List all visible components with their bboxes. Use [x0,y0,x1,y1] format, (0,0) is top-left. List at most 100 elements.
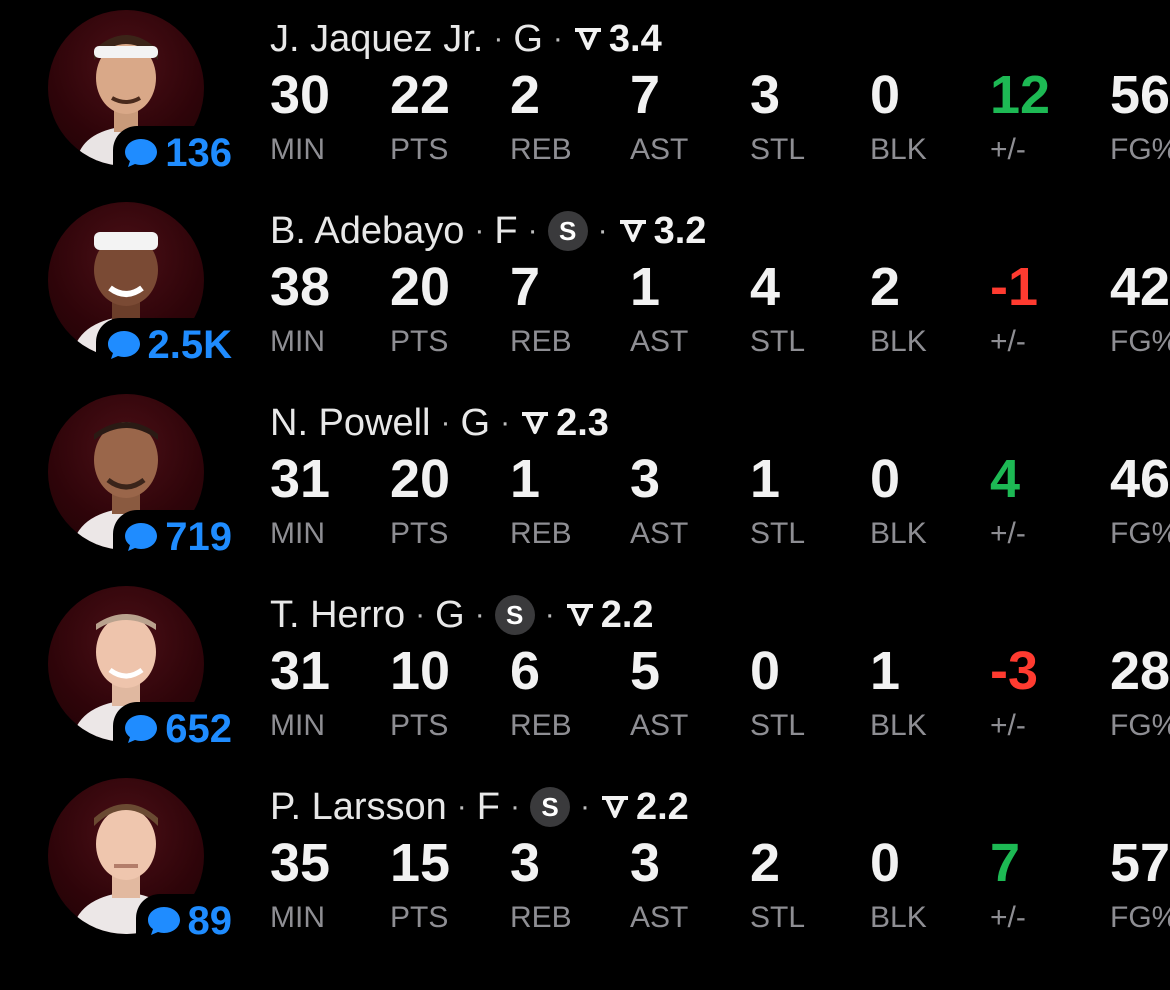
stat-pts: 20 PTS [390,448,450,554]
player-rating: 3.2 [618,210,706,253]
stat-plus-minus: 7 +/- [990,832,1026,938]
comment-count: 89 [187,898,233,943]
comment-count: 719 [165,514,232,559]
stat-fg: 46 FG% [1110,448,1170,554]
player-avatar-group[interactable]: 2.5K [48,202,238,372]
separator-dot: · [415,598,426,631]
comment-count-button[interactable]: 136 [113,126,238,180]
stat-min: 35 MIN [270,832,330,938]
stat-blk: 0 BLK [870,64,927,170]
player-row[interactable]: 89 P. Larsson · F · S · 2.2 35 MIN 15 PTS … [0,768,1170,960]
stat-label: AST [630,709,689,742]
starter-badge: S [547,211,588,251]
player-header: J. Jaquez Jr. · G · 3.4 [270,14,1170,64]
stat-label: REB [510,517,572,550]
separator-dot: · [527,214,538,247]
stat-value: 28 [1110,641,1170,701]
speech-bubble-icon [125,139,158,167]
stat-value: 1 [750,449,781,509]
stat-value: 22 [390,65,451,125]
stat-pts: 15 PTS [390,832,450,938]
stat-fg: 57 FG% [1110,832,1170,938]
stat-stl: 2 STL [750,832,805,938]
player-position: F [476,785,500,828]
speech-bubble-icon [147,907,180,935]
player-row[interactable]: 652 T. Herro · G · S · 2.2 31 MIN 10 PTS 6… [0,576,1170,768]
stat-plus-minus: -3 +/- [990,640,1038,746]
stat-value: 3 [630,449,661,509]
stat-label: +/- [990,901,1026,934]
stat-value: 31 [270,641,331,701]
stat-min: 31 MIN [270,448,330,554]
stat-label: STL [750,901,806,934]
separator-dot: · [597,214,608,247]
player-rating: 3.4 [573,18,662,61]
stat-label: +/- [990,709,1026,742]
stat-label: FG% [1110,325,1170,358]
stat-label: REB [510,709,572,742]
stat-pts: 20 PTS [390,256,450,362]
comment-count-button[interactable]: 89 [135,894,238,948]
rating-value: 2.3 [556,401,609,444]
comment-count-button[interactable]: 719 [113,510,238,564]
stat-value: 3 [630,833,661,893]
stat-stl: 4 STL [750,256,805,362]
stat-value: 0 [870,449,901,509]
stat-label: AST [630,133,689,166]
stat-label: +/- [990,133,1026,166]
comment-count-button[interactable]: 2.5K [95,318,238,372]
comment-count-button[interactable]: 652 [113,702,238,756]
stat-label: AST [630,325,689,358]
stat-ast: 5 AST [630,640,688,746]
player-name[interactable]: N. Powell [270,402,431,445]
stat-line: 31 MIN 20 PTS 1 REB 3 AST 1 STL 0 BLK 4 +/- 46 F… [270,448,1170,568]
rating-chevron-icon [601,796,628,818]
stat-label: MIN [270,325,325,358]
player-header: N. Powell · G · 2.3 [270,398,1170,448]
player-name[interactable]: J. Jaquez Jr. [270,18,483,61]
separator-dot: · [440,406,451,439]
stat-value: 4 [990,449,1021,509]
stat-value: 0 [750,641,781,701]
stat-label: +/- [990,325,1026,358]
stat-value: -1 [990,257,1039,317]
player-row[interactable]: 136 J. Jaquez Jr. · G · 3.4 30 MIN 22 PTS … [0,0,1170,192]
stat-reb: 1 REB [510,448,572,554]
stat-label: PTS [390,517,449,550]
player-avatar-group[interactable]: 719 [48,394,238,564]
comment-count: 2.5K [147,322,233,367]
stat-value: 3 [750,65,781,125]
player-avatar-group[interactable]: 136 [48,10,238,180]
player-name[interactable]: P. Larsson [270,786,447,829]
speech-bubble-icon [107,331,140,359]
player-row[interactable]: 2.5K B. Adebayo · F · S · 3.2 38 MIN 20 PT… [0,192,1170,384]
separator-dot: · [544,598,555,631]
comment-count: 136 [165,130,232,175]
player-name[interactable]: B. Adebayo [270,210,464,253]
stat-value: 46 [1110,449,1170,509]
stat-label: STL [750,709,806,742]
stat-label: STL [750,517,806,550]
player-name[interactable]: T. Herro [270,594,405,637]
stat-value: 2 [870,257,901,317]
starter-badge: S [494,595,535,635]
player-avatar-group[interactable]: 652 [48,586,238,756]
stat-value: 7 [510,257,541,317]
stat-label: REB [510,325,572,358]
starter-badge: S [529,787,570,827]
stat-value: 0 [870,65,901,125]
stat-reb: 7 REB [510,256,572,362]
stat-ast: 3 AST [630,832,688,938]
player-rating: 2.3 [520,402,609,445]
rating-chevron-icon [574,28,601,50]
stat-label: MIN [270,133,325,166]
comment-count: 652 [165,706,232,751]
stat-label: BLK [870,133,927,166]
player-row[interactable]: 719 N. Powell · G · 2.3 31 MIN 20 PTS 1 REB… [0,384,1170,576]
stat-value: 0 [870,833,901,893]
stat-value: 20 [390,257,451,317]
player-header: B. Adebayo · F · S · 3.2 [270,206,1170,256]
player-avatar-group[interactable]: 89 [48,778,238,948]
stat-value: 6 [510,641,541,701]
stat-fg: 42 FG% [1110,256,1170,362]
